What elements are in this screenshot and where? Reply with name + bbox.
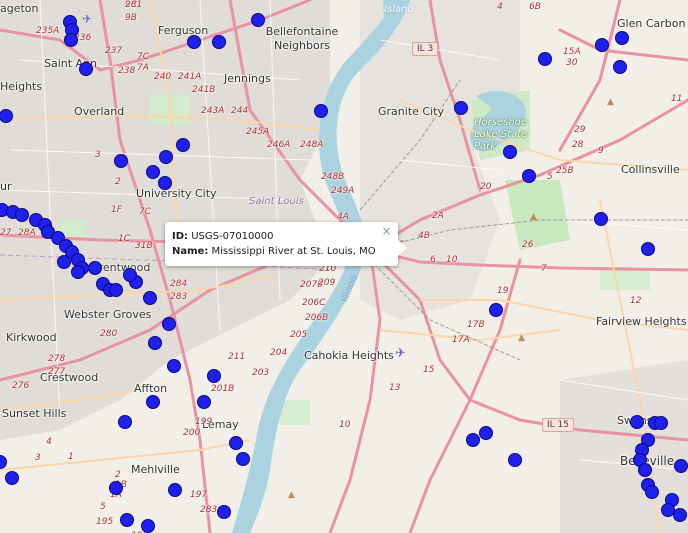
station-marker[interactable] xyxy=(454,101,468,115)
station-marker[interactable] xyxy=(146,165,160,179)
popup-pointer xyxy=(397,240,407,256)
station-marker[interactable] xyxy=(630,415,644,429)
station-marker[interactable] xyxy=(159,150,173,164)
station-marker[interactable] xyxy=(217,505,231,519)
station-marker[interactable] xyxy=(64,33,78,47)
station-marker[interactable] xyxy=(57,255,71,269)
station-marker[interactable] xyxy=(654,416,668,430)
station-marker[interactable] xyxy=(146,395,160,409)
station-marker[interactable] xyxy=(187,35,201,49)
close-icon[interactable]: × xyxy=(382,224,392,239)
popup-id-value: USGS-07010000 xyxy=(191,231,274,242)
station-marker[interactable] xyxy=(538,52,552,66)
station-marker[interactable] xyxy=(522,169,536,183)
station-marker[interactable] xyxy=(674,459,688,473)
station-marker[interactable] xyxy=(489,303,503,317)
station-marker[interactable] xyxy=(167,359,181,373)
station-marker[interactable] xyxy=(88,261,102,275)
station-marker[interactable] xyxy=(212,35,226,49)
popup-id-label: ID: xyxy=(172,231,189,242)
station-marker[interactable] xyxy=(314,104,328,118)
station-marker[interactable] xyxy=(109,481,123,495)
station-marker[interactable] xyxy=(479,426,493,440)
station-marker[interactable] xyxy=(148,336,162,350)
station-marker[interactable] xyxy=(645,485,659,499)
station-marker[interactable] xyxy=(613,60,627,74)
highway-badge-il3: IL 3 xyxy=(412,42,439,56)
station-marker[interactable] xyxy=(120,513,134,527)
station-marker[interactable] xyxy=(466,433,480,447)
station-marker[interactable] xyxy=(503,145,517,159)
station-marker[interactable] xyxy=(143,291,157,305)
station-marker[interactable] xyxy=(123,268,137,282)
station-marker[interactable] xyxy=(229,436,243,450)
map-canvas[interactable]: ageton Ferguson Bellefontaine Neighbors … xyxy=(0,0,688,533)
popup-name-row: Name: Mississippi River at St. Louis, MO xyxy=(172,244,376,259)
popup-id-row: ID: USGS-07010000 xyxy=(172,229,376,244)
highway-badge-il15: IL 15 xyxy=(542,418,574,432)
station-marker[interactable] xyxy=(109,283,123,297)
station-marker[interactable] xyxy=(508,453,522,467)
station-marker[interactable] xyxy=(641,242,655,256)
station-marker[interactable] xyxy=(15,208,29,222)
station-marker[interactable] xyxy=(5,471,19,485)
station-marker[interactable] xyxy=(158,176,172,190)
station-marker[interactable] xyxy=(114,154,128,168)
popup-name-label: Name: xyxy=(172,246,209,257)
station-marker[interactable] xyxy=(141,519,155,533)
station-marker[interactable] xyxy=(207,369,221,383)
popup-name-value: Mississippi River at St. Louis, MO xyxy=(211,246,376,257)
station-marker[interactable] xyxy=(197,395,211,409)
station-marker[interactable] xyxy=(615,31,629,45)
station-marker[interactable] xyxy=(638,463,652,477)
station-marker[interactable] xyxy=(118,415,132,429)
station-marker[interactable] xyxy=(251,13,265,27)
station-marker[interactable] xyxy=(162,317,176,331)
station-marker[interactable] xyxy=(594,212,608,226)
station-marker[interactable] xyxy=(595,38,609,52)
station-marker[interactable] xyxy=(71,265,85,279)
station-marker[interactable] xyxy=(673,508,687,522)
station-marker[interactable] xyxy=(176,138,190,152)
station-marker[interactable] xyxy=(79,62,93,76)
station-marker[interactable] xyxy=(236,452,250,466)
basemap xyxy=(0,0,688,533)
station-marker[interactable] xyxy=(168,483,182,497)
station-popup: × ID: USGS-07010000 Name: Mississippi Ri… xyxy=(165,222,407,266)
